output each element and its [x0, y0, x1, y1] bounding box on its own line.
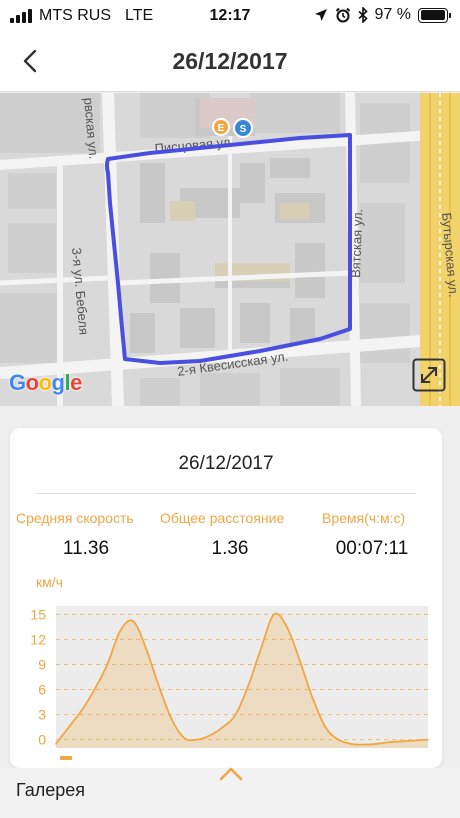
- speed-point: [247, 684, 250, 687]
- time-label: Время(ч:м:с): [322, 510, 406, 526]
- time-value: 00:07:11: [335, 538, 409, 559]
- speed-point: [196, 738, 198, 741]
- y-tick-label: 6: [38, 682, 46, 698]
- gallery-button[interactable]: Галерея: [16, 780, 85, 801]
- speed-point: [93, 688, 96, 691]
- speed-point: [401, 740, 404, 743]
- start-marker-label: S: [240, 124, 247, 135]
- speed-point: [132, 620, 134, 622]
- speed-point: [80, 709, 83, 712]
- speed-point: [157, 684, 160, 687]
- end-marker-label: E: [218, 123, 225, 134]
- google-logo: Google: [9, 370, 82, 395]
- summary-date: 26/12/2017: [178, 453, 274, 474]
- speed-point: [119, 630, 121, 632]
- speed-point: [273, 613, 275, 616]
- speed-point: [350, 743, 352, 745]
- chart-unit-label: км/ч: [36, 574, 63, 590]
- speed-point: [324, 726, 327, 728]
- bluetooth-icon: [357, 7, 368, 23]
- location-arrow-icon: [314, 9, 327, 21]
- speed-point: [68, 726, 70, 728]
- speed-chart: 0 3 6 9 12 15: [30, 606, 429, 748]
- expand-icon[interactable]: [412, 358, 446, 392]
- summary-card: 26/12/2017 Средняя скорость Общее рассто…: [10, 428, 442, 768]
- speed-point: [209, 734, 211, 737]
- divider: [36, 493, 416, 494]
- speed-point: [388, 741, 391, 743]
- chevron-up-icon[interactable]: [218, 766, 244, 782]
- y-tick-label: 15: [30, 606, 46, 622]
- speed-point: [375, 743, 378, 745]
- speed-point: [170, 717, 173, 720]
- speed-point: [55, 743, 57, 745]
- total-distance-label: Общее расстояние: [160, 510, 285, 526]
- y-tick-label: 9: [38, 656, 46, 672]
- status-bar: MTS RUS LTE 12:17 97 %: [0, 0, 460, 34]
- battery-icon: [418, 7, 451, 23]
- speed-point: [144, 646, 147, 649]
- navigation-bar: 26/12/2017: [0, 34, 460, 92]
- speed-point: [298, 659, 301, 662]
- chart-scroll-indicator: [60, 756, 72, 760]
- y-tick-label: 3: [38, 707, 46, 723]
- speed-point: [286, 626, 288, 628]
- route-map[interactable]: Писцовая ул. Вятская ул. 2-я Квесисская …: [0, 93, 460, 406]
- speed-point: [106, 663, 109, 666]
- status-right: 97 %: [314, 6, 451, 24]
- total-distance-value: 1.36: [211, 538, 249, 559]
- y-tick-label: 0: [38, 732, 46, 748]
- speed-point: [311, 697, 314, 699]
- speed-point: [260, 646, 263, 649]
- speed-point: [337, 738, 340, 741]
- speed-point: [234, 713, 237, 716]
- alarm-icon: [335, 7, 350, 23]
- speed-point: [414, 739, 416, 742]
- map-canvas: Писцовая ул. Вятская ул. 2-я Квесисская …: [0, 93, 460, 406]
- speed-point: [427, 738, 429, 741]
- speed-point: [221, 726, 224, 728]
- speed-point: [183, 737, 186, 739]
- page-title: 26/12/2017: [172, 48, 288, 74]
- y-tick-label: 12: [30, 631, 46, 647]
- avg-speed-label: Средняя скорость: [16, 510, 134, 526]
- speed-point: [363, 743, 365, 746]
- battery-percent: 97 %: [374, 6, 411, 23]
- avg-speed-value: 11.36: [62, 538, 110, 559]
